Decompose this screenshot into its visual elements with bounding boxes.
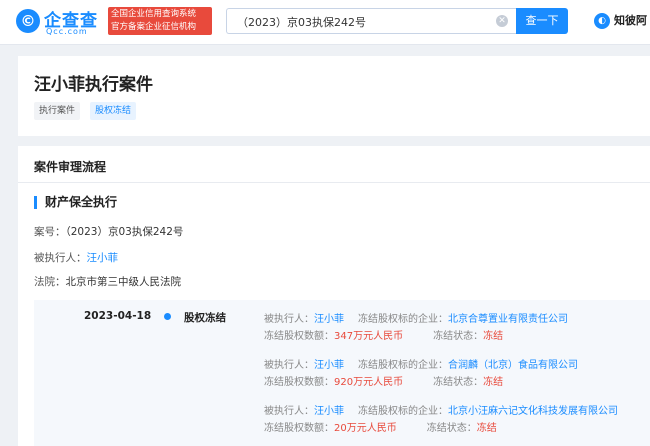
timeline-type: 股权冻结 bbox=[184, 312, 226, 324]
executed-label: 被执行人： bbox=[264, 360, 314, 371]
status-value: 冻结 bbox=[476, 423, 497, 434]
page-title: 汪小菲执行案件 bbox=[34, 75, 153, 95]
zhibi-label: 知彼阿 bbox=[614, 14, 647, 27]
amount-value: 347万元人民币 bbox=[334, 331, 404, 342]
slogan-line-1: 全国企业信用查询系统 bbox=[111, 9, 197, 19]
search-button[interactable]: 查一下 bbox=[516, 8, 568, 34]
record-1-line-1: 被执行人：汪小菲 冻结股权标的企业：北京合尊置业有限责任公司 bbox=[264, 310, 568, 325]
slogan-line-2: 官方备案企业征信机构 bbox=[111, 22, 197, 32]
status-value: 冻结 bbox=[483, 331, 504, 342]
clear-icon[interactable]: ✕ bbox=[496, 15, 508, 27]
search-input[interactable]: （2023）京03执保242号 ✕ bbox=[226, 8, 516, 34]
company-label: 冻结股权标的企业： bbox=[358, 406, 448, 417]
executed-person-row: 被执行人：汪小菲 bbox=[34, 250, 118, 265]
search-input-value[interactable]: （2023）京03执保242号 bbox=[237, 14, 366, 30]
court-value: 北京市第三中级人民法院 bbox=[65, 276, 182, 288]
top-bar: © 企查查 Qcc.com 全国企业信用查询系统 官方备案企业征信机构 （202… bbox=[0, 0, 650, 45]
timeline-date: 2023-04-18 bbox=[84, 310, 152, 322]
logo-icon[interactable]: © bbox=[16, 9, 40, 33]
record-3-line-2: 冻结股权数额：20万元人民币 冻结状态：冻结 bbox=[264, 419, 497, 434]
amount-value: 920万元人民币 bbox=[334, 377, 404, 388]
record-2-line-2: 冻结股权数额：920万元人民币 冻结状态：冻结 bbox=[264, 373, 503, 388]
court-label: 法院： bbox=[34, 276, 66, 288]
amount-label: 冻结股权数额： bbox=[264, 377, 334, 388]
slogan-badge: 全国企业信用查询系统 官方备案企业征信机构 bbox=[108, 7, 212, 35]
executed-label: 被执行人： bbox=[264, 314, 314, 325]
record-3-line-1: 被执行人：汪小菲 冻结股权标的企业：北京小汪麻六记文化科技发展有限公司 bbox=[264, 402, 618, 417]
company-label: 冻结股权标的企业： bbox=[358, 360, 448, 371]
subsection-title: 财产保全执行 bbox=[34, 196, 117, 209]
company-label: 冻结股权标的企业： bbox=[358, 314, 448, 325]
section-title: 案件审理流程 bbox=[34, 160, 107, 174]
tag-execution-case: 执行案件 bbox=[34, 102, 81, 120]
executed-link[interactable]: 汪小菲 bbox=[314, 406, 344, 417]
case-number-value: （2023）京03执保242号 bbox=[65, 226, 184, 238]
executed-person-label: 被执行人： bbox=[34, 252, 87, 264]
executed-link[interactable]: 汪小菲 bbox=[314, 314, 344, 325]
logo-subtext: Qcc.com bbox=[46, 27, 88, 36]
status-value: 冻结 bbox=[483, 377, 504, 388]
status-label: 冻结状态： bbox=[433, 377, 484, 388]
court-row: 法院：北京市第三中级人民法院 bbox=[34, 274, 181, 289]
executed-label: 被执行人： bbox=[264, 406, 314, 417]
record-2-line-1: 被执行人：汪小菲 冻结股权标的企业：合润麟（北京）食品有限公司 bbox=[264, 356, 578, 371]
zhibi-icon: ◐ bbox=[594, 13, 610, 29]
executed-person-link[interactable]: 汪小菲 bbox=[87, 252, 119, 264]
timeline-panel: 2023-04-18 股权冻结 被执行人：汪小菲 冻结股权标的企业：北京合尊置业有… bbox=[34, 300, 650, 446]
status-label: 冻结状态： bbox=[433, 331, 484, 342]
timeline-dot-icon bbox=[164, 313, 171, 320]
zhibi-link[interactable]: ◐ 知彼阿 bbox=[594, 10, 647, 32]
record-1-line-2: 冻结股权数额：347万元人民币 冻结状态：冻结 bbox=[264, 327, 503, 342]
status-label: 冻结状态： bbox=[426, 423, 477, 434]
executed-link[interactable]: 汪小菲 bbox=[314, 360, 344, 371]
tag-equity-freeze: 股权冻结 bbox=[90, 102, 137, 120]
company-link[interactable]: 合润麟（北京）食品有限公司 bbox=[448, 360, 578, 371]
case-number-row: 案号：（2023）京03执保242号 bbox=[34, 224, 183, 239]
amount-label: 冻结股权数额： bbox=[264, 423, 334, 434]
company-link[interactable]: 北京合尊置业有限责任公司 bbox=[448, 314, 568, 325]
process-card: 案件审理流程 财产保全执行 案号：（2023）京03执保242号 被执行人：汪小… bbox=[18, 146, 650, 446]
amount-value: 20万元人民币 bbox=[334, 423, 397, 434]
case-number-label: 案号： bbox=[34, 226, 66, 238]
divider bbox=[18, 182, 650, 183]
amount-label: 冻结股权数额： bbox=[264, 331, 334, 342]
company-link[interactable]: 北京小汪麻六记文化科技发展有限公司 bbox=[448, 406, 618, 417]
title-card: 汪小菲执行案件 执行案件 股权冻结 bbox=[18, 56, 650, 136]
